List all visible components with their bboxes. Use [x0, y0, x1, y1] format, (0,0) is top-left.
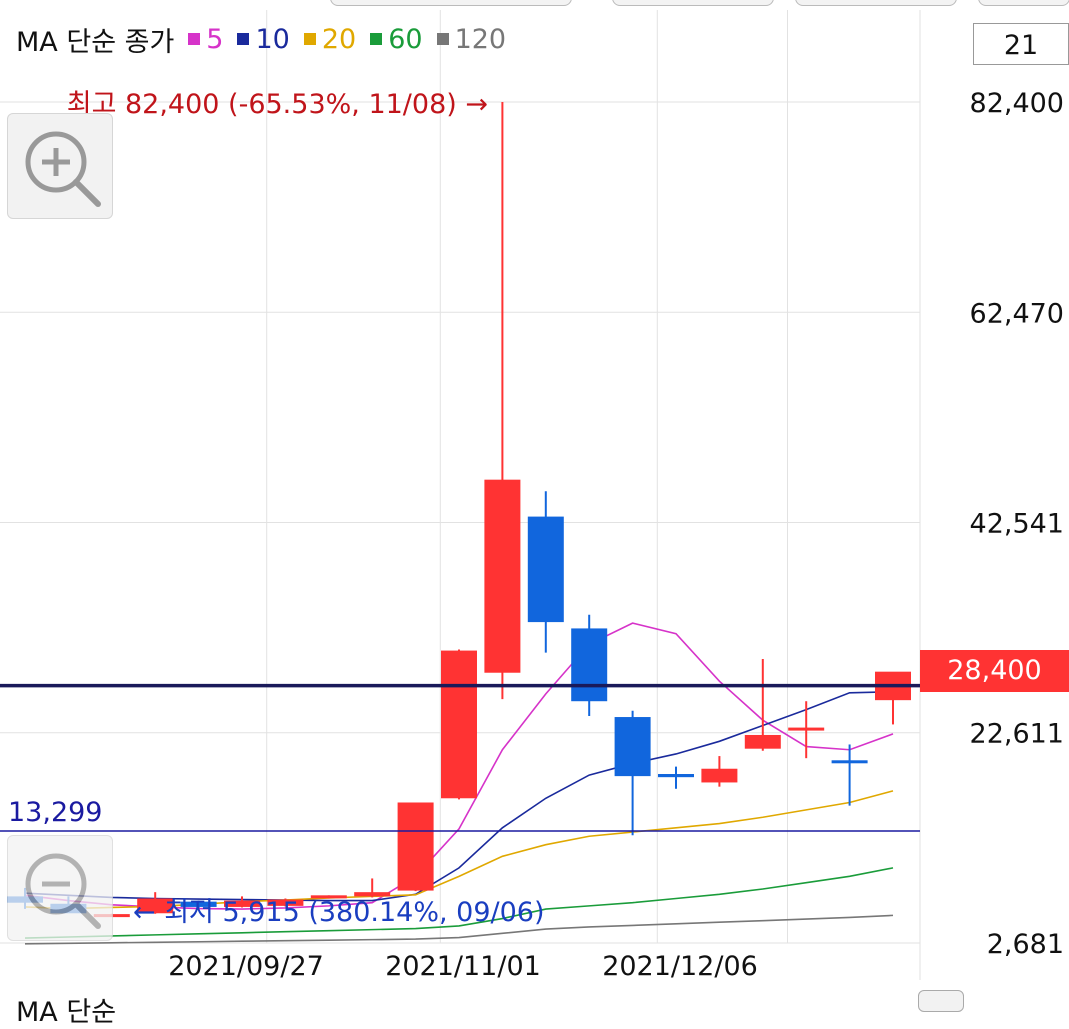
y-tick-label: 2,681 [987, 929, 1064, 960]
candle-body [441, 650, 477, 799]
zoom-out-button[interactable] [7, 835, 113, 941]
toolbar-button[interactable] [330, 0, 572, 6]
ma60-label: 60 [388, 23, 423, 55]
candle-body [831, 760, 868, 764]
price-chart[interactable]: 13,299 최고 82,400 (-65.53%, 11/08) → ← 최저 5… [0, 0, 1069, 1005]
candle-body [614, 717, 651, 777]
candle-body [397, 802, 434, 891]
ma-legend: MA 단순 종가 5 10 20 60 120 [16, 22, 507, 58]
candle-body [788, 727, 825, 731]
ma20-swatch [303, 33, 316, 45]
y-tick-label: 42,541 [970, 508, 1064, 539]
ma60-swatch [370, 33, 383, 45]
zoom-out-icon [25, 853, 101, 929]
low-annotation: ← 최저 5,915 (380.14%, 09/06) [133, 897, 545, 928]
ma20-line [24, 790, 894, 910]
x-tick-label: 2021/12/06 [602, 951, 758, 982]
y-tick-label: 82,400 [970, 88, 1064, 119]
ma-legend-title: MA 단순 종가 [16, 26, 175, 58]
candle-body [354, 892, 391, 897]
x-tick-label: 2021/09/27 [168, 951, 324, 982]
y-tick-label: 62,470 [970, 298, 1064, 329]
candle-body [527, 516, 564, 623]
toolbar-button[interactable] [978, 0, 1069, 6]
zoom-in-icon [25, 131, 101, 207]
ma120-label: 120 [454, 23, 507, 55]
ma20-label: 20 [321, 23, 357, 55]
x-tick-label: 2021/11/01 [385, 951, 541, 982]
scroll-up-button[interactable] [918, 990, 964, 1012]
ma5-swatch [188, 33, 201, 45]
ma10-swatch [237, 33, 250, 45]
candle-body [571, 628, 608, 702]
current-price-tag: 28,400 [920, 650, 1069, 692]
ma120-swatch [436, 33, 449, 45]
secondary-ma-legend: MA 단순 [16, 997, 117, 1028]
toolbar-button[interactable] [795, 0, 957, 6]
y-tick-label: 22,611 [970, 719, 1064, 750]
zoom-in-button[interactable] [7, 113, 113, 219]
reference-label: 13,299 [8, 797, 102, 828]
candle-body [701, 768, 738, 783]
high-annotation: 최고 82,400 (-65.53%, 11/08) → [67, 89, 488, 120]
ma10-label: 10 [255, 23, 290, 55]
candle-body [484, 479, 521, 673]
ma5-label: 5 [206, 23, 224, 55]
candle-body [658, 774, 694, 778]
period-input[interactable]: 21 [973, 23, 1069, 65]
toolbar-button[interactable] [612, 0, 774, 6]
candle-body [744, 734, 781, 749]
